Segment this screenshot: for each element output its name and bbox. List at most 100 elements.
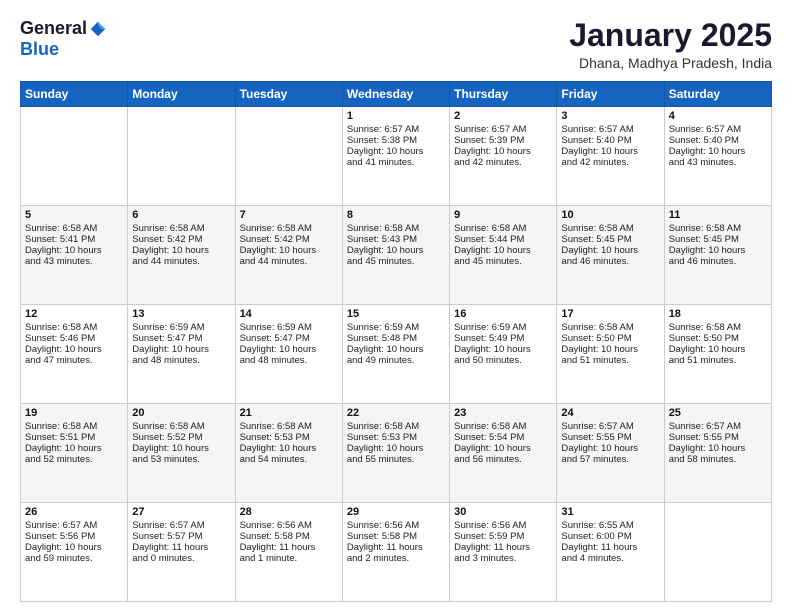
- day-info: Sunset: 5:48 PM: [347, 333, 445, 344]
- day-number: 12: [25, 308, 123, 320]
- day-info: Sunset: 5:53 PM: [347, 432, 445, 443]
- table-row: 2Sunrise: 6:57 AMSunset: 5:39 PMDaylight…: [450, 107, 557, 206]
- day-info: and 41 minutes.: [347, 157, 445, 168]
- day-info: Daylight: 10 hours: [240, 245, 338, 256]
- day-info: Sunset: 5:52 PM: [132, 432, 230, 443]
- day-info: Sunrise: 6:59 AM: [240, 322, 338, 333]
- table-row: 8Sunrise: 6:58 AMSunset: 5:43 PMDaylight…: [342, 206, 449, 305]
- header: General Blue January 2025 Dhana, Madhya …: [20, 18, 772, 71]
- day-info: Sunrise: 6:59 AM: [347, 322, 445, 333]
- day-info: Sunrise: 6:57 AM: [561, 124, 659, 135]
- day-info: and 45 minutes.: [347, 256, 445, 267]
- table-row: 12Sunrise: 6:58 AMSunset: 5:46 PMDayligh…: [21, 305, 128, 404]
- day-info: Sunset: 5:45 PM: [561, 234, 659, 245]
- day-info: Daylight: 10 hours: [25, 443, 123, 454]
- day-info: Sunset: 5:55 PM: [561, 432, 659, 443]
- day-info: Sunset: 5:40 PM: [561, 135, 659, 146]
- day-info: Sunrise: 6:57 AM: [132, 520, 230, 531]
- table-row: [21, 107, 128, 206]
- day-number: 21: [240, 407, 338, 419]
- table-row: 10Sunrise: 6:58 AMSunset: 5:45 PMDayligh…: [557, 206, 664, 305]
- day-info: and 56 minutes.: [454, 454, 552, 465]
- day-info: and 49 minutes.: [347, 355, 445, 366]
- table-row: 16Sunrise: 6:59 AMSunset: 5:49 PMDayligh…: [450, 305, 557, 404]
- day-info: Sunrise: 6:58 AM: [561, 223, 659, 234]
- day-info: Sunset: 5:41 PM: [25, 234, 123, 245]
- day-info: Daylight: 10 hours: [669, 344, 767, 355]
- day-info: Daylight: 11 hours: [561, 542, 659, 553]
- table-row: 20Sunrise: 6:58 AMSunset: 5:52 PMDayligh…: [128, 404, 235, 503]
- day-info: Daylight: 11 hours: [347, 542, 445, 553]
- day-info: and 42 minutes.: [561, 157, 659, 168]
- day-info: Sunrise: 6:55 AM: [561, 520, 659, 531]
- day-info: Sunset: 5:38 PM: [347, 135, 445, 146]
- day-info: Sunset: 6:00 PM: [561, 531, 659, 542]
- day-info: Sunset: 5:54 PM: [454, 432, 552, 443]
- day-info: Sunset: 5:57 PM: [132, 531, 230, 542]
- day-info: Sunrise: 6:57 AM: [561, 421, 659, 432]
- day-info: Sunset: 5:42 PM: [240, 234, 338, 245]
- day-number: 24: [561, 407, 659, 419]
- day-info: Sunset: 5:40 PM: [669, 135, 767, 146]
- day-info: Sunrise: 6:58 AM: [25, 421, 123, 432]
- day-number: 27: [132, 506, 230, 518]
- day-info: Daylight: 10 hours: [347, 245, 445, 256]
- table-row: 26 Sunrise: 6:57 AMSunset: 5:56 PMDayligh…: [21, 503, 128, 602]
- day-info: Sunrise: 6:57 AM: [25, 520, 123, 531]
- day-info: Sunrise: 6:57 AM: [669, 421, 767, 432]
- day-info: Daylight: 10 hours: [347, 146, 445, 157]
- day-info: Sunset: 5:58 PM: [347, 531, 445, 542]
- day-number: 26: [25, 506, 123, 518]
- day-info: Sunrise: 6:58 AM: [240, 421, 338, 432]
- day-info: Daylight: 10 hours: [669, 146, 767, 157]
- day-info: Sunset: 5:56 PM: [25, 531, 123, 542]
- table-row: 4Sunrise: 6:57 AMSunset: 5:40 PMDaylight…: [664, 107, 771, 206]
- day-info: and 3 minutes.: [454, 553, 552, 564]
- day-number: 13: [132, 308, 230, 320]
- day-info: Sunrise: 6:58 AM: [240, 223, 338, 234]
- table-row: 23Sunrise: 6:58 AMSunset: 5:54 PMDayligh…: [450, 404, 557, 503]
- month-title: January 2025: [569, 18, 772, 53]
- day-info: Daylight: 10 hours: [347, 344, 445, 355]
- day-info: Sunrise: 6:58 AM: [25, 223, 123, 234]
- day-number: 20: [132, 407, 230, 419]
- day-info: and 58 minutes.: [669, 454, 767, 465]
- day-info: Sunset: 5:50 PM: [669, 333, 767, 344]
- table-row: 5Sunrise: 6:58 AMSunset: 5:41 PMDaylight…: [21, 206, 128, 305]
- day-info: and 48 minutes.: [132, 355, 230, 366]
- logo-blue-text: Blue: [20, 39, 59, 60]
- day-info: Sunrise: 6:58 AM: [347, 421, 445, 432]
- day-info: and 47 minutes.: [25, 355, 123, 366]
- day-info: and 43 minutes.: [669, 157, 767, 168]
- table-row: 13Sunrise: 6:59 AMSunset: 5:47 PMDayligh…: [128, 305, 235, 404]
- day-number: 9: [454, 209, 552, 221]
- table-row: [235, 107, 342, 206]
- day-number: 29: [347, 506, 445, 518]
- col-sunday: Sunday: [21, 82, 128, 107]
- day-info: Sunrise: 6:57 AM: [347, 124, 445, 135]
- day-info: and 44 minutes.: [240, 256, 338, 267]
- day-info: Sunrise: 6:57 AM: [454, 124, 552, 135]
- table-row: 21Sunrise: 6:58 AMSunset: 5:53 PMDayligh…: [235, 404, 342, 503]
- day-info: Daylight: 10 hours: [132, 245, 230, 256]
- day-number: 14: [240, 308, 338, 320]
- day-number: 17: [561, 308, 659, 320]
- day-info: and 4 minutes.: [561, 553, 659, 564]
- day-info: Sunset: 5:59 PM: [454, 531, 552, 542]
- day-info: and 2 minutes.: [347, 553, 445, 564]
- day-info: Sunset: 5:39 PM: [454, 135, 552, 146]
- day-info: Sunset: 5:46 PM: [25, 333, 123, 344]
- day-number: 25: [669, 407, 767, 419]
- day-info: and 59 minutes.: [25, 553, 123, 564]
- day-info: Sunrise: 6:58 AM: [669, 322, 767, 333]
- col-friday: Friday: [557, 82, 664, 107]
- day-info: Sunrise: 6:58 AM: [347, 223, 445, 234]
- day-info: Daylight: 10 hours: [25, 542, 123, 553]
- day-number: 11: [669, 209, 767, 221]
- day-info: Sunrise: 6:58 AM: [454, 223, 552, 234]
- day-number: 1: [347, 110, 445, 122]
- day-info: Daylight: 11 hours: [454, 542, 552, 553]
- day-info: and 50 minutes.: [454, 355, 552, 366]
- table-row: 7Sunrise: 6:58 AMSunset: 5:42 PMDaylight…: [235, 206, 342, 305]
- title-block: January 2025 Dhana, Madhya Pradesh, Indi…: [569, 18, 772, 71]
